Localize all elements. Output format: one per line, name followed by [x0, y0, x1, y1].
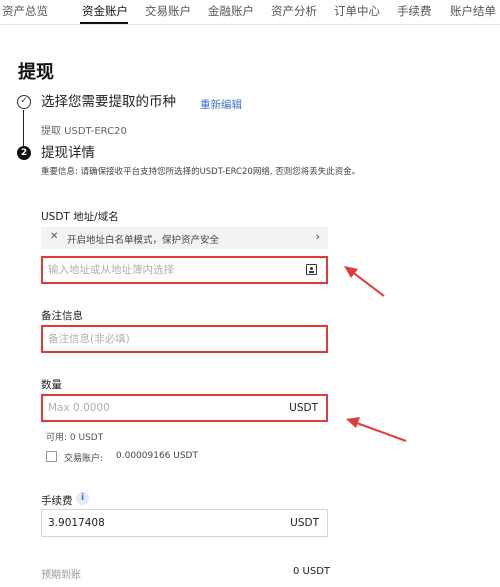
step1-title: 选择您需要提取的币种 [41, 94, 176, 110]
memo-field [41, 325, 328, 353]
whitelist-text: 开启地址白名单模式，保护资产安全 [67, 235, 220, 246]
arrival-label: 预期到账 [41, 570, 81, 581]
close-icon[interactable]: ✕ [50, 231, 58, 242]
selected-coin: 提取 USDT-ERC20 [41, 126, 127, 137]
tab-trading-account[interactable]: 交易账户 [145, 4, 191, 18]
tab-finance-account[interactable]: 金融账户 [208, 4, 254, 18]
trading-account-checkbox[interactable] [46, 451, 57, 462]
top-nav: 资产总览 资金账户 交易账户 金融账户 资产分析 订单中心 手续费 账户结单 [0, 0, 500, 25]
tab-order-center[interactable]: 订单中心 [334, 4, 380, 18]
arrow-to-amount [346, 417, 407, 442]
network-warning: 重要信息: 请确保接收平台支持您所选择的USDT-ERC20网络, 否则您将丢失… [41, 167, 361, 177]
arrow-to-address [344, 266, 385, 297]
address-input[interactable] [48, 258, 288, 282]
memo-input[interactable] [48, 327, 288, 351]
step2-number-badge: 2 [17, 146, 31, 160]
address-field [41, 256, 328, 284]
tab-funding-account[interactable]: 资金账户 [82, 4, 128, 18]
fee-field: 3.9017408 USDT [41, 509, 328, 537]
fee-label: 手续费 [41, 495, 73, 507]
step-connector [23, 110, 24, 146]
address-book-icon[interactable] [306, 264, 317, 275]
fee-unit: USDT [290, 517, 319, 529]
annotation-arrows [344, 266, 407, 442]
tab-asset-analysis[interactable]: 资产分析 [271, 4, 317, 18]
memo-label: 备注信息 [41, 310, 83, 322]
amount-input[interactable] [48, 396, 288, 420]
reedit-link[interactable]: 重新编辑 [200, 97, 242, 112]
amount-field: USDT [41, 394, 328, 422]
active-tab-indicator [80, 22, 128, 24]
trading-account-label: 交易账户: [64, 454, 104, 464]
available-balance: 可用: 0 USDT [46, 433, 104, 443]
tab-statements[interactable]: 账户结单 [450, 4, 496, 18]
amount-label: 数量 [41, 379, 62, 391]
tab-fees[interactable]: 手续费 [397, 4, 432, 18]
arrival-value: 0 USDT [293, 566, 331, 577]
info-icon[interactable]: i [76, 492, 89, 505]
chevron-right-icon: › [315, 230, 320, 243]
tab-asset-overview[interactable]: 资产总览 [2, 4, 48, 18]
whitelist-banner[interactable]: ✕ 开启地址白名单模式，保护资产安全 › [41, 227, 328, 249]
step2-title: 提现详情 [41, 145, 95, 161]
fee-value: 3.9017408 [48, 517, 105, 529]
step1-check-icon: ✓ [17, 95, 31, 109]
address-label: USDT 地址/域名 [41, 211, 119, 223]
amount-unit: USDT [289, 402, 318, 414]
page-title: 提现 [18, 62, 54, 83]
trading-account-amount: 0.00009166 USDT [116, 451, 198, 461]
